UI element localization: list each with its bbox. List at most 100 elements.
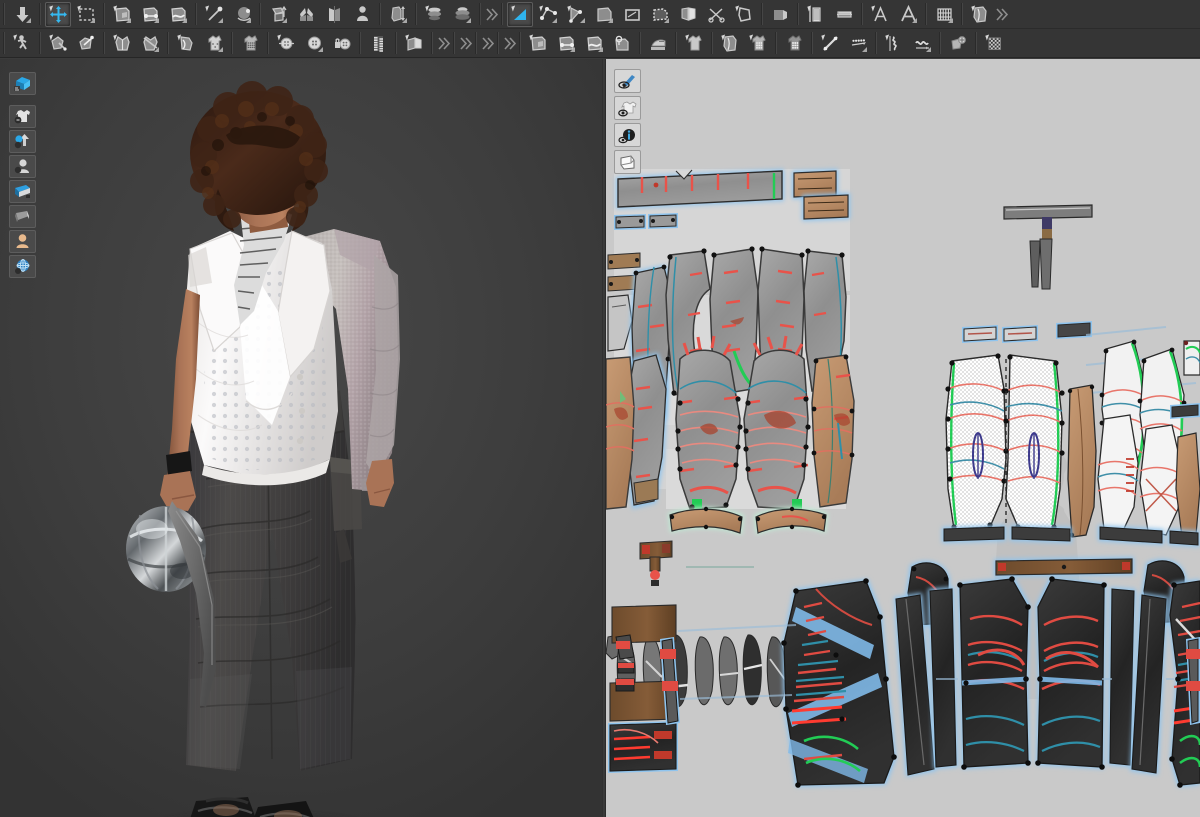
overflow-chevron-2[interactable]	[995, 2, 1008, 27]
cut-sew-tool[interactable]	[703, 2, 729, 27]
garment-select-tool[interactable]	[45, 31, 71, 56]
pattern-piece-shirt-strip-4[interactable]	[1170, 403, 1200, 419]
view-tool-render-mode[interactable]	[9, 72, 36, 95]
pattern-piece-leaf-4[interactable]	[694, 636, 714, 706]
marquee-select-tool[interactable]	[73, 2, 99, 27]
measure-tape-tool[interactable]	[803, 2, 829, 27]
fabric-drape-tool[interactable]	[967, 2, 993, 27]
polka-shirt-tool[interactable]	[745, 31, 771, 56]
tshirt-preset-tool[interactable]	[681, 31, 707, 56]
select-move-down-tool[interactable]	[9, 2, 35, 27]
gizmo-scale-tool[interactable]	[385, 2, 411, 27]
pattern-piece-jacket-front-left[interactable]	[781, 578, 897, 788]
overflow-chevron-4[interactable]	[459, 31, 472, 56]
pattern-piece-shirt-strip-1[interactable]	[962, 325, 998, 343]
pattern-piece-jacket-tiny-b[interactable]	[617, 662, 635, 674]
pattern-tool-garment-display[interactable]	[614, 96, 641, 120]
ruler-tool[interactable]	[831, 2, 857, 27]
pattern-piece-shirt-strip-2[interactable]	[1002, 325, 1038, 343]
view-tool-particle-show[interactable]	[9, 130, 36, 153]
pattern-piece-shirt-hem-2[interactable]	[1010, 525, 1072, 543]
lock-button-tool[interactable]	[329, 31, 355, 56]
uv-unwrap-tool[interactable]	[981, 31, 1007, 56]
polyline-tool[interactable]	[535, 2, 561, 27]
2d-pattern-window[interactable]	[606, 59, 1200, 817]
pattern-piece-jacket-tiny-c[interactable]	[615, 678, 635, 692]
overflow-chevron-1[interactable]	[485, 2, 498, 27]
text-tool[interactable]	[867, 2, 893, 27]
polygon-tool[interactable]	[507, 1, 533, 27]
seam-line-tool[interactable]	[817, 31, 843, 56]
texture-shirt-tool[interactable]	[201, 31, 227, 56]
pattern-piece-shirt-tan-right[interactable]	[1175, 432, 1200, 538]
edit-curvature-tool[interactable]	[165, 2, 191, 27]
pattern-piece-shirt-hem-1[interactable]	[942, 525, 1006, 543]
polka-shirt-dark-tool[interactable]	[781, 31, 807, 56]
transform-tool[interactable]	[45, 1, 71, 27]
buttonhole-tool[interactable]	[301, 31, 327, 56]
pattern-piece-strip-a[interactable]	[614, 214, 646, 230]
edit-curvature-2d-tool[interactable]	[581, 31, 607, 56]
curve-polygon-tool[interactable]	[563, 2, 589, 27]
pattern-piece-strip-c[interactable]	[607, 252, 641, 270]
text-style-tool[interactable]	[895, 2, 921, 27]
puckering-tool[interactable]	[945, 31, 971, 56]
view-tool-environment[interactable]	[9, 255, 36, 278]
pattern-tool-edit-display[interactable]	[614, 69, 641, 93]
edit-pattern-2d-tool[interactable]	[525, 31, 551, 56]
overflow-chevron-5[interactable]	[481, 31, 494, 56]
vest-cut-tool[interactable]	[137, 31, 163, 56]
view-tool-shadow[interactable]	[9, 205, 36, 228]
fold-guide-tool[interactable]	[173, 31, 199, 56]
button-tool[interactable]	[273, 31, 299, 56]
edit-pattern-tool[interactable]	[109, 2, 135, 27]
zipper-tool[interactable]	[365, 31, 391, 56]
fabric-drape-2-tool[interactable]	[717, 31, 743, 56]
garment-pin-tool[interactable]	[73, 31, 99, 56]
pattern-piece-jacket-belt[interactable]	[994, 557, 1134, 577]
view-tool-garment-show[interactable]	[9, 105, 36, 128]
pattern-piece-shirt-hem-4[interactable]	[1168, 529, 1200, 547]
pattern-piece-shirt-small-box[interactable]	[1183, 340, 1200, 376]
pattern-piece-bodice-front-left[interactable]	[945, 353, 1009, 530]
pattern-piece-jacket-center-right[interactable]	[1035, 576, 1107, 770]
pattern-piece-strip-b[interactable]	[648, 213, 678, 229]
pin-2d-tool[interactable]	[609, 31, 635, 56]
avatar-tool[interactable]	[349, 2, 375, 27]
overflow-chevron-6[interactable]	[503, 31, 516, 56]
trace-pattern-tool[interactable]	[647, 2, 673, 27]
pocket-tool[interactable]	[675, 2, 701, 27]
trace-shape-tool[interactable]	[731, 2, 757, 27]
symmetric-sewing-tool[interactable]	[321, 2, 347, 27]
elastic-tool[interactable]	[881, 31, 907, 56]
pattern-piece-jacket-trim-dark[interactable]	[608, 721, 678, 773]
pattern-piece-bodice-front-right[interactable]	[1003, 354, 1065, 530]
edit-curve-point-tool[interactable]	[137, 2, 163, 27]
pin-tool[interactable]	[201, 2, 227, 27]
edit-point-2d-tool[interactable]	[553, 31, 579, 56]
walk-simulate-tool[interactable]	[9, 31, 35, 56]
pattern-outline-tool[interactable]	[619, 2, 645, 27]
pattern-shirt-tool[interactable]	[237, 31, 263, 56]
pattern-piece-jacket-center-left[interactable]	[957, 576, 1031, 770]
pattern-piece-shirt-side-tan[interactable]	[1067, 384, 1097, 538]
fabric-fold-tool[interactable]	[401, 31, 427, 56]
layer-stack-alt-tool[interactable]	[449, 2, 475, 27]
pattern-piece-shirt-strip-3[interactable]	[1056, 321, 1092, 339]
3d-garment-viewport[interactable]	[0, 59, 602, 817]
pattern-piece-pocket-right[interactable]	[743, 335, 811, 510]
topstitch-tool[interactable]	[845, 31, 871, 56]
fabric-roll-tool[interactable]	[767, 2, 793, 27]
pattern-tool-info-display[interactable]	[614, 123, 641, 147]
overflow-chevron-3[interactable]	[437, 31, 450, 56]
view-tool-skin-tone[interactable]	[9, 230, 36, 253]
tack-on-avatar-tool[interactable]	[229, 2, 255, 27]
view-tool-avatar-show[interactable]	[9, 155, 36, 178]
steam-iron-tool[interactable]	[645, 31, 671, 56]
fold-arrangement-tool[interactable]	[265, 2, 291, 27]
pattern-tool-fold-display[interactable]	[614, 150, 641, 174]
elastic-horizontal-tool[interactable]	[909, 31, 935, 56]
pattern-piece-belt-strip[interactable]	[802, 193, 850, 221]
view-tool-fabric-thick[interactable]	[9, 180, 36, 203]
rectangle-pattern-tool[interactable]	[591, 2, 617, 27]
